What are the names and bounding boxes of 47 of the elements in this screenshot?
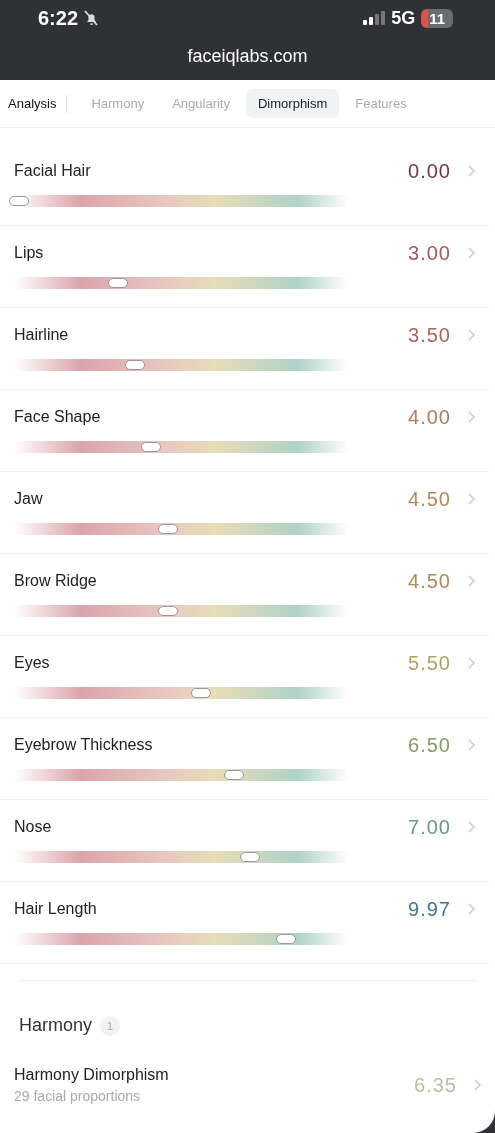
metric-score: 4.50 xyxy=(408,569,451,593)
section-heading: Harmony xyxy=(19,1015,93,1036)
chevron-right-icon xyxy=(467,739,475,751)
chevron-right-icon xyxy=(467,657,475,669)
metric-label: Eyebrow Thickness xyxy=(14,736,154,754)
metric-score: 0.00 xyxy=(408,159,451,183)
chevron-right-icon xyxy=(467,247,475,259)
count-badge: 1 xyxy=(100,1015,121,1036)
metric-score: 9.97 xyxy=(408,897,451,921)
metric-score: 5.50 xyxy=(408,651,451,675)
metric-label: Hairline xyxy=(14,326,70,344)
metric-score: 4.00 xyxy=(408,405,451,429)
tab[interactable]: Angularity xyxy=(160,89,242,118)
metric-label: Nose xyxy=(14,818,53,836)
metric-score: 7.00 xyxy=(408,815,451,839)
metric-subtitle: 29 facial proportions xyxy=(14,1088,142,1104)
network-label: 5G xyxy=(391,7,416,29)
chevron-right-icon xyxy=(473,1079,481,1091)
clock-time: 6:22 xyxy=(38,6,79,30)
metric-label: Eyes xyxy=(14,654,51,672)
signal-icon xyxy=(363,11,386,25)
chevron-right-icon xyxy=(467,329,475,341)
bell-slash-icon xyxy=(82,9,101,27)
chevron-right-icon xyxy=(467,493,475,505)
metric-label: Hair Length xyxy=(14,900,98,918)
metric-label: Harmony Dimorphism xyxy=(14,1066,170,1084)
chevron-right-icon xyxy=(467,575,475,587)
tab[interactable]: Features xyxy=(343,89,419,118)
chevron-right-icon xyxy=(467,821,475,833)
chevron-right-icon xyxy=(467,903,475,915)
metric-label: Face Shape xyxy=(14,408,102,426)
battery-level: 11 xyxy=(421,8,453,28)
metric-score: 3.00 xyxy=(408,241,451,265)
chevron-right-icon xyxy=(467,165,475,177)
metric-score: 6.50 xyxy=(408,733,451,757)
metric-score: 4.50 xyxy=(408,487,451,511)
metric-label: Lips xyxy=(14,244,45,262)
section-title: Analysis xyxy=(8,94,68,113)
tab[interactable]: Dimorphism xyxy=(246,89,340,118)
tab[interactable]: Harmony xyxy=(79,89,157,118)
metric-label: Brow Ridge xyxy=(14,572,98,590)
chevron-right-icon xyxy=(467,411,475,423)
url-text[interactable]: faceiqlabs.com xyxy=(187,46,308,66)
metric-label: Jaw xyxy=(14,490,44,508)
metric-label: Facial Hair xyxy=(14,162,92,180)
metric-score: 3.50 xyxy=(408,323,451,347)
metric-score: 6.35 xyxy=(414,1073,457,1097)
